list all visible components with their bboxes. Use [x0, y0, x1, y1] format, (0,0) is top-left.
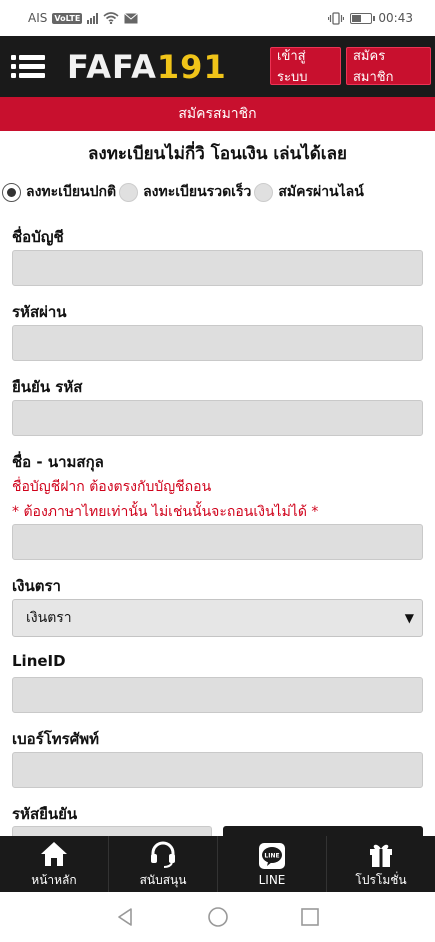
battery-icon [350, 12, 376, 24]
status-bar-left: AIS VoLTE [28, 11, 139, 25]
header-buttons: เข้าสู่ระบบ สมัครสมาชิก [270, 47, 431, 85]
wifi-icon [103, 12, 119, 24]
radio-label: ลงทะเบียนรวดเร็ว [143, 184, 252, 200]
phone-label: เบอร์โทรศัพท์ [12, 730, 100, 748]
radio-quick-registration[interactable]: ลงทะเบียนรวดเร็ว [119, 181, 251, 203]
username-input[interactable] [12, 250, 423, 286]
volte-badge: VoLTE [52, 12, 83, 24]
phone-input[interactable] [12, 752, 423, 788]
status-bar-right: 00:43 [328, 11, 413, 25]
line-app-icon: LINE [259, 841, 285, 871]
currency-select[interactable]: เงินตรา ▼ [12, 599, 423, 637]
registration-type-group: ลงทะเบียนปกติ ลงทะเบียนรวดเร็ว สมัครผ่าน… [2, 181, 435, 203]
hamburger-menu-icon[interactable] [11, 54, 45, 80]
line-icon-text: LINE [264, 853, 279, 860]
password-input[interactable] [12, 325, 423, 361]
radio-button[interactable] [254, 182, 274, 202]
confirm-password-input[interactable] [12, 400, 423, 436]
fullname-note-thai-only: * ต้องภาษาไทยเท่านั้น ไม่เช่นนั้นจะถอนเง… [12, 504, 319, 520]
app-header: FAFA191 เข้าสู่ระบบ สมัครสมาชิก [0, 36, 435, 97]
radio-label: สมัครผ่านไลน์ [278, 184, 364, 200]
clock: 00:43 [378, 11, 413, 25]
home-icon [39, 839, 69, 869]
signal-icon [87, 12, 99, 24]
lineid-label: LineID [12, 652, 66, 670]
logo-text-part1: FAFA [67, 47, 157, 86]
nav-line[interactable]: LINE LINE [218, 836, 327, 892]
fullname-note-bank: ชื่อบัญชีฝาก ต้องตรงกับบัญชีถอน [12, 479, 212, 495]
radio-button[interactable] [2, 182, 21, 202]
headset-icon [148, 839, 178, 869]
carrier-label: AIS [28, 11, 48, 25]
login-button[interactable]: เข้าสู่ระบบ [270, 47, 341, 85]
otp-input[interactable] [12, 826, 212, 836]
fullname-label: ชื่อ - นามสกุล [12, 453, 104, 471]
radio-label: ลงทะเบียนปกติ [26, 184, 117, 200]
nav-support[interactable]: สนับสนุน [109, 836, 218, 892]
nav-promotion[interactable]: โปรโมชั่น [327, 836, 435, 892]
lineid-input[interactable] [12, 677, 423, 713]
nav-home-label: หน้าหลัก [31, 872, 77, 887]
radio-button[interactable] [119, 182, 139, 202]
currency-selected-value: เงินตรา [26, 610, 72, 626]
username-label: ชื่อบัญชี [12, 228, 64, 246]
nav-home[interactable]: หน้าหลัก [0, 836, 109, 892]
nav-promotion-label: โปรโมชั่น [355, 872, 407, 887]
password-label: รหัสผ่าน [12, 303, 67, 321]
home-circle-icon[interactable] [172, 906, 264, 928]
logo-text-part2: 191 [156, 47, 227, 86]
nav-line-label: LINE [258, 873, 286, 887]
status-bar: AIS VoLTE 00:43 [0, 0, 435, 36]
request-otp-button[interactable] [223, 826, 423, 836]
system-navigation-bar [0, 892, 435, 942]
vibrate-icon [328, 11, 345, 25]
confirm-password-label: ยืนยัน รหัส [12, 378, 83, 396]
otp-label: รหัสยืนยัน [12, 805, 78, 823]
recents-icon[interactable] [264, 907, 356, 927]
site-logo[interactable]: FAFA191 [67, 48, 227, 86]
mail-icon [124, 12, 139, 23]
bottom-navigation: หน้าหลัก สนับสนุน LINE LINE โปรโมชั่น [0, 836, 435, 892]
page-headline: ลงทะเบียนไม่กี่วิ โอนเงิน เล่นได้เลย [88, 144, 347, 164]
register-button[interactable]: สมัครสมาชิก [346, 47, 431, 85]
gift-icon [367, 839, 395, 869]
radio-line-registration[interactable]: สมัครผ่านไลน์ [254, 181, 364, 203]
chevron-down-icon: ▼ [404, 611, 414, 625]
back-icon[interactable] [80, 907, 172, 927]
nav-support-label: สนับสนุน [139, 872, 187, 887]
currency-label: เงินตรา [12, 577, 61, 595]
page-title-bar: สมัครสมาชิก [0, 97, 435, 131]
fullname-input[interactable] [12, 524, 423, 560]
radio-normal-registration[interactable]: ลงทะเบียนปกติ [2, 181, 116, 203]
